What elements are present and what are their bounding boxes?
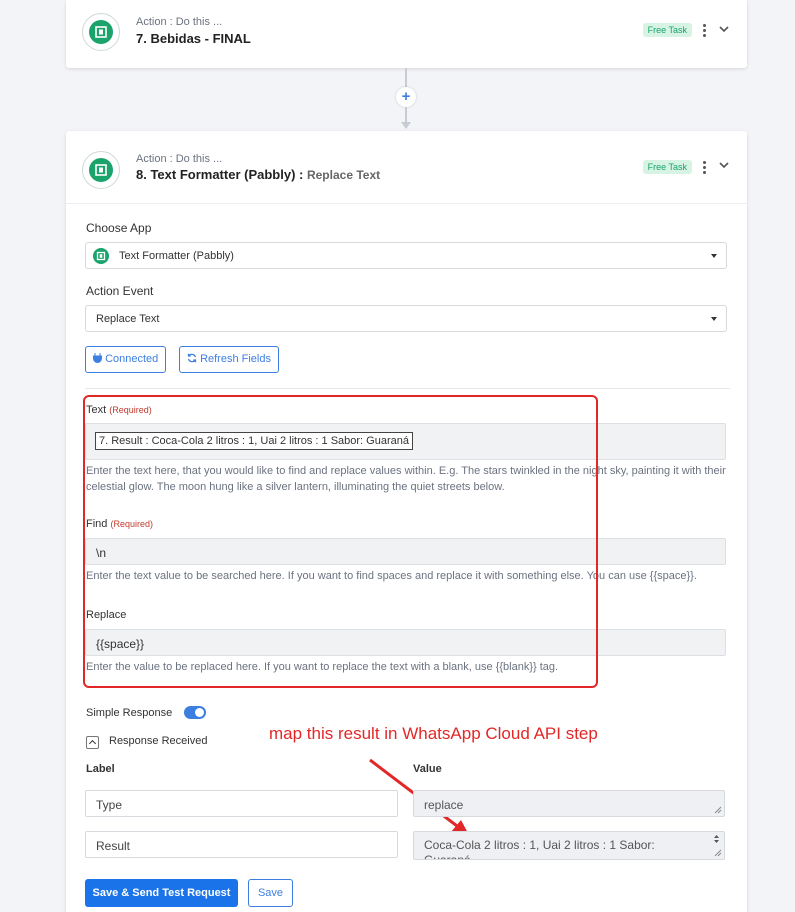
- save-button[interactable]: Save: [248, 879, 293, 907]
- step-8-title-text: 8. Text Formatter (Pabbly) :: [136, 167, 304, 182]
- action-event-value: Replace Text: [96, 313, 160, 325]
- response-label-text: Type: [96, 798, 123, 812]
- step-7-free-task-badge: Free Task: [642, 23, 692, 37]
- response-label-text: Result: [96, 839, 131, 853]
- response-row-value-result[interactable]: Coca-Cola 2 litros : 1, Uai 2 litros : 1…: [413, 831, 725, 860]
- step-7-subtitle: Action : Do this ...: [136, 16, 223, 28]
- refresh-fields-label: Refresh Fields: [200, 353, 271, 365]
- step-8-title: 8. Text Formatter (Pabbly) : Replace Tex…: [136, 167, 380, 182]
- add-step-plus-icon[interactable]: +: [396, 87, 416, 107]
- step-8-free-task-badge: Free Task: [642, 160, 692, 174]
- scroll-stepper-icon[interactable]: [713, 834, 720, 844]
- text-formatter-icon: [93, 248, 109, 264]
- choose-app-value: Text Formatter (Pabbly): [119, 250, 234, 262]
- section-divider: [85, 388, 730, 389]
- connected-button-label: Connected: [105, 353, 159, 365]
- step-8-header[interactable]: Action : Do this ... 8. Text Formatter (…: [66, 131, 747, 203]
- resize-grip-icon[interactable]: [714, 806, 722, 814]
- choose-app-select[interactable]: Text Formatter (Pabbly): [85, 242, 727, 269]
- connected-button[interactable]: Connected: [85, 346, 167, 373]
- step-8-event-label: Replace Text: [306, 168, 381, 182]
- step-7-title: 7. Bebidas - FINAL: [136, 31, 251, 46]
- response-value-text: Coca-Cola 2 litros : 1, Uai 2 litros : 1…: [424, 838, 655, 860]
- annotation-text: map this result in WhatsApp Cloud API st…: [269, 724, 598, 743]
- response-row-label-type[interactable]: Type: [85, 790, 398, 817]
- response-row-value-type[interactable]: replace: [413, 790, 725, 817]
- action-event-label: Action Event: [86, 284, 154, 298]
- step-7-header[interactable]: Action : Do this ... 7. Bebidas - FINAL …: [66, 0, 747, 68]
- refresh-fields-button[interactable]: Refresh Fields: [179, 346, 279, 373]
- step-7-chevron-down-icon[interactable]: [719, 24, 729, 34]
- step-7-card[interactable]: Action : Do this ... 7. Bebidas - FINAL …: [66, 0, 747, 68]
- connector-line-bottom: [405, 107, 407, 122]
- action-event-select[interactable]: Replace Text: [85, 305, 727, 332]
- response-row-label-result[interactable]: Result: [85, 831, 398, 858]
- refresh-icon: [187, 353, 197, 363]
- resize-grip-icon[interactable]: [714, 849, 722, 857]
- simple-response-label: Simple Response: [86, 707, 173, 719]
- step-8-subtitle: Action : Do this ...: [136, 153, 223, 165]
- value-column-header: Value: [413, 763, 442, 775]
- step-7-kebab-menu-icon[interactable]: [703, 24, 707, 38]
- text-formatter-icon: [82, 13, 120, 51]
- header-divider: [66, 203, 747, 204]
- dropdown-caret-icon: [711, 317, 717, 321]
- plug-icon: [93, 353, 102, 363]
- label-column-header: Label: [86, 763, 115, 775]
- response-received-label: Response Received: [109, 735, 208, 747]
- connector-line-top: [405, 68, 407, 87]
- save-send-test-request-button[interactable]: Save & Send Test Request: [85, 879, 238, 907]
- connector-arrow-icon: [401, 122, 411, 129]
- text-formatter-icon: [82, 151, 120, 189]
- step-8-kebab-menu-icon[interactable]: [703, 161, 707, 175]
- response-value-text: replace: [424, 798, 464, 812]
- choose-app-label: Choose App: [86, 221, 152, 235]
- simple-response-toggle[interactable]: [184, 706, 206, 719]
- dropdown-caret-icon: [711, 254, 717, 258]
- highlight-box: [83, 395, 598, 688]
- step-8-chevron-down-icon[interactable]: [719, 160, 729, 170]
- collapse-chevron-up-icon[interactable]: [86, 736, 99, 749]
